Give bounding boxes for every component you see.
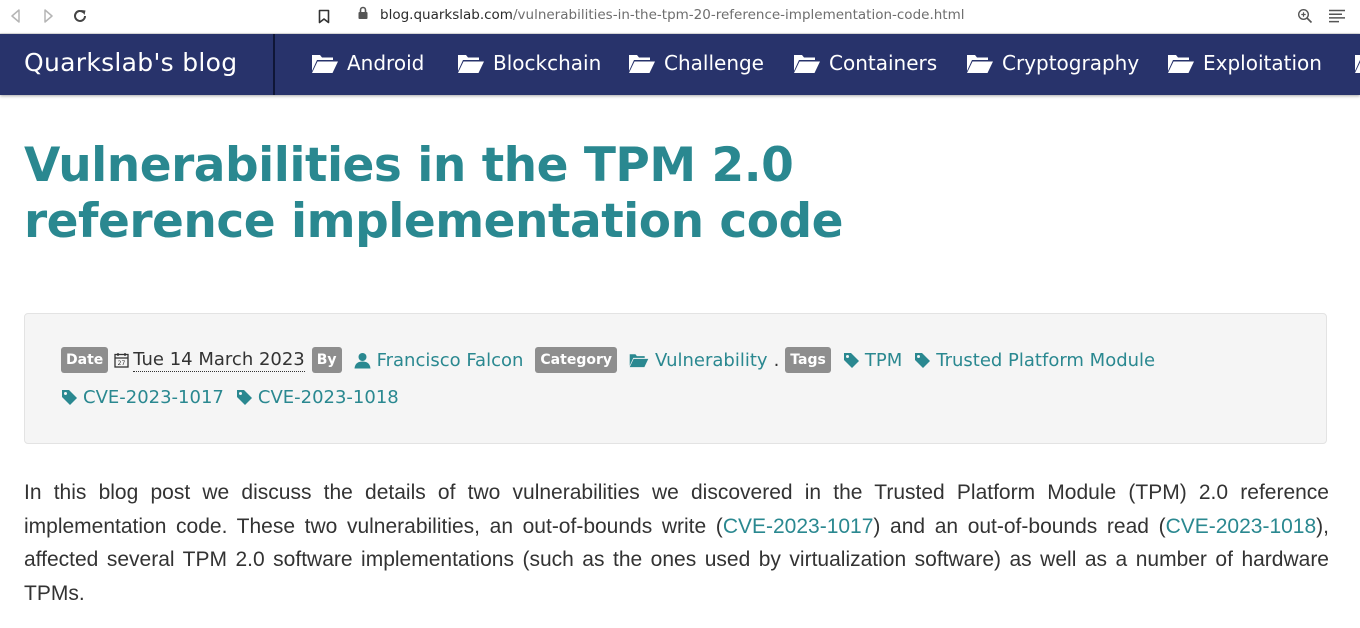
nav-item-label: Android xyxy=(347,51,425,75)
author-link[interactable]: Francisco Falcon xyxy=(377,350,524,371)
date-label: Date xyxy=(61,347,109,373)
nav-item-cryptography[interactable]: Cryptography xyxy=(966,34,1139,92)
tag-icon xyxy=(236,389,252,405)
back-button[interactable] xyxy=(4,4,28,28)
nav-item-label: Containers xyxy=(829,51,938,75)
nav-item-label: Challenge xyxy=(664,51,764,75)
post-date: Tue 14 March 2023 xyxy=(133,348,305,372)
folder-open-icon xyxy=(1168,55,1194,73)
bookmark-icon xyxy=(318,9,330,23)
forward-arrow-icon xyxy=(44,9,53,23)
bookmark-button[interactable] xyxy=(312,4,336,28)
nav-item-android[interactable]: Android xyxy=(311,34,424,92)
folder-open-icon xyxy=(312,55,338,73)
reader-mode-button[interactable] xyxy=(1325,4,1349,28)
nav-item-containers[interactable]: Containers xyxy=(793,34,937,92)
reload-button[interactable] xyxy=(68,4,92,28)
reader-lines-icon xyxy=(1329,9,1345,23)
cve-2023-1018-link[interactable]: CVE-2023-1018 xyxy=(1166,515,1317,538)
nav-item-blockchain[interactable]: Blockchain xyxy=(457,34,601,92)
reload-icon xyxy=(74,9,86,22)
browser-toolbar: blog.quarkslab.com/vulnerabilities-in-th… xyxy=(0,0,1360,34)
tag-icon xyxy=(62,389,77,405)
svg-text:27: 27 xyxy=(118,360,126,367)
nav-item-challenge[interactable]: Challenge xyxy=(628,34,764,92)
folder-open-icon xyxy=(1355,55,1360,73)
nav-item-exploitation[interactable]: Exploitation xyxy=(1167,34,1322,92)
by-label: By xyxy=(311,347,342,373)
post-meta-line-1: Date 27 Tue 14 March 2023 By Francisco F… xyxy=(61,346,1155,374)
nav-item-label: Cryptography xyxy=(1002,51,1140,75)
post-intro-paragraph: In this blog post we discuss the details… xyxy=(24,476,1329,610)
intro-text-2: ) and an out-of-bounds read ( xyxy=(873,514,1166,538)
post-meta-line-2: CVE-2023-1017 CVE-2023-1018 xyxy=(61,383,399,411)
url-path: /vulnerabilities-in-the-tpm-20-reference… xyxy=(512,7,965,23)
category-link[interactable]: Vulnerability xyxy=(655,350,768,371)
folder-open-icon xyxy=(629,354,649,368)
post-meta-box: Date 27 Tue 14 March 2023 By Francisco F… xyxy=(24,313,1327,444)
lock-icon xyxy=(358,6,368,19)
zoom-button[interactable] xyxy=(1293,4,1317,28)
folder-open-icon xyxy=(629,55,655,73)
tag-link-cve-2023-1018[interactable]: CVE-2023-1018 xyxy=(258,387,399,408)
folder-open-icon xyxy=(458,55,484,73)
navbar-divider xyxy=(273,34,275,95)
page-title: Vulnerabilities in the TPM 2.0 reference… xyxy=(24,138,844,249)
site-brand[interactable]: Quarkslab's blog xyxy=(24,34,237,92)
forward-button[interactable] xyxy=(36,4,60,28)
zoom-icon xyxy=(1297,8,1313,24)
nav-item-label: Blockchain xyxy=(493,51,602,75)
tag-link-tpm[interactable]: TPM xyxy=(865,350,902,371)
cve-2023-1017-link[interactable]: CVE-2023-1017 xyxy=(723,515,874,538)
tags-label: Tags xyxy=(785,347,831,373)
folder-open-icon xyxy=(794,55,820,73)
folder-open-icon xyxy=(967,55,993,73)
site-navbar: Quarkslab's blog Android Blockchain Chal… xyxy=(0,34,1360,95)
calendar-icon: 27 xyxy=(114,353,129,368)
tag-link-trusted-platform-module[interactable]: Trusted Platform Module xyxy=(936,350,1155,371)
meta-separator: . xyxy=(773,349,780,371)
nav-item-overflow[interactable] xyxy=(1354,34,1360,92)
address-bar[interactable]: blog.quarkslab.com/vulnerabilities-in-th… xyxy=(380,5,964,25)
tag-link-cve-2023-1017[interactable]: CVE-2023-1017 xyxy=(83,387,224,408)
category-label: Category xyxy=(535,347,617,373)
back-arrow-icon xyxy=(11,9,20,23)
tag-icon xyxy=(843,352,859,368)
url-host: blog.quarkslab.com xyxy=(380,7,513,23)
user-icon xyxy=(354,352,371,368)
nav-item-label: Exploitation xyxy=(1203,51,1322,75)
tag-icon xyxy=(915,352,931,368)
